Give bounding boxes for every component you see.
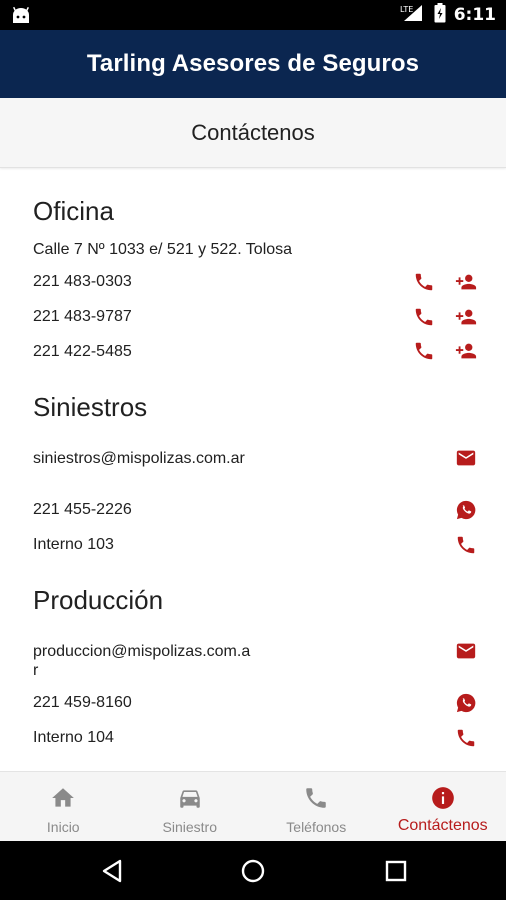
app-title: Tarling Asesores de Seguros [86, 50, 420, 77]
recents-icon[interactable] [383, 858, 409, 884]
siniestros-email[interactable]: siniestros@mispolizas.com.ar [33, 449, 253, 468]
nav-label: Contáctenos [397, 817, 488, 834]
status-time: 6:11 [453, 5, 496, 25]
add-contact-icon[interactable] [455, 306, 477, 328]
produccion-email[interactable]: produccion@mispolizas.com.ar [33, 642, 253, 680]
phone-icon[interactable] [413, 271, 435, 293]
app-bar: Tarling Asesores de Seguros [0, 30, 506, 98]
system-navigation-bar [0, 841, 506, 900]
battery-icon [434, 2, 446, 28]
nav-item-contactenos[interactable]: Contáctenos [380, 772, 506, 841]
email-icon[interactable] [455, 447, 477, 469]
back-icon[interactable] [99, 858, 125, 884]
nav-label: Teléfonos [286, 819, 347, 835]
home-icon [50, 785, 76, 811]
phone-icon[interactable] [455, 534, 477, 556]
whatsapp-icon[interactable] [455, 692, 477, 714]
nav-label: Inicio [46, 819, 80, 835]
section-title-siniestros: Siniestros [33, 392, 148, 422]
nav-item-telefonos[interactable]: Teléfonos [253, 772, 380, 841]
phone-icon[interactable] [455, 727, 477, 749]
add-contact-icon[interactable] [455, 340, 477, 362]
siniestros-internal[interactable]: Interno 103 [33, 535, 114, 554]
contact-content[interactable]: Oficina Calle 7 Nº 1033 e/ 521 y 522. To… [0, 169, 506, 771]
svg-text:LTE: LTE [400, 5, 413, 14]
nav-label: Siniestro [162, 819, 217, 835]
office-phone-2[interactable]: 221 483-9787 [33, 307, 132, 326]
bottom-navigation: Inicio Siniestro Teléfonos Contáctenos [0, 771, 506, 841]
produccion-internal[interactable]: Interno 104 [33, 728, 114, 747]
add-contact-icon[interactable] [455, 271, 477, 293]
status-bar: LTE 6:11 [0, 0, 506, 30]
car-icon [177, 785, 203, 811]
signal-icon: LTE [400, 4, 426, 27]
office-phone-1[interactable]: 221 483-0303 [33, 272, 132, 291]
android-notification-icon [10, 6, 32, 24]
info-icon [430, 785, 456, 811]
nav-item-inicio[interactable]: Inicio [0, 772, 127, 841]
office-phone-3[interactable]: 221 422-5485 [33, 342, 132, 361]
phone-icon[interactable] [413, 340, 435, 362]
phone-icon [303, 785, 329, 811]
produccion-whatsapp[interactable]: 221 459-8160 [33, 693, 132, 712]
page-title: Contáctenos [191, 119, 315, 145]
email-icon[interactable] [455, 640, 477, 662]
phone-icon[interactable] [413, 306, 435, 328]
section-title-produccion: Producción [33, 585, 164, 615]
section-title-oficina: Oficina [33, 196, 114, 226]
home-circle-icon[interactable] [240, 858, 266, 884]
whatsapp-icon[interactable] [455, 499, 477, 521]
office-address: Calle 7 Nº 1033 e/ 521 y 522. Tolosa [33, 241, 293, 258]
page-header: Contáctenos [0, 98, 506, 168]
siniestros-whatsapp[interactable]: 221 455-2226 [33, 500, 132, 519]
nav-item-siniestro[interactable]: Siniestro [127, 772, 254, 841]
